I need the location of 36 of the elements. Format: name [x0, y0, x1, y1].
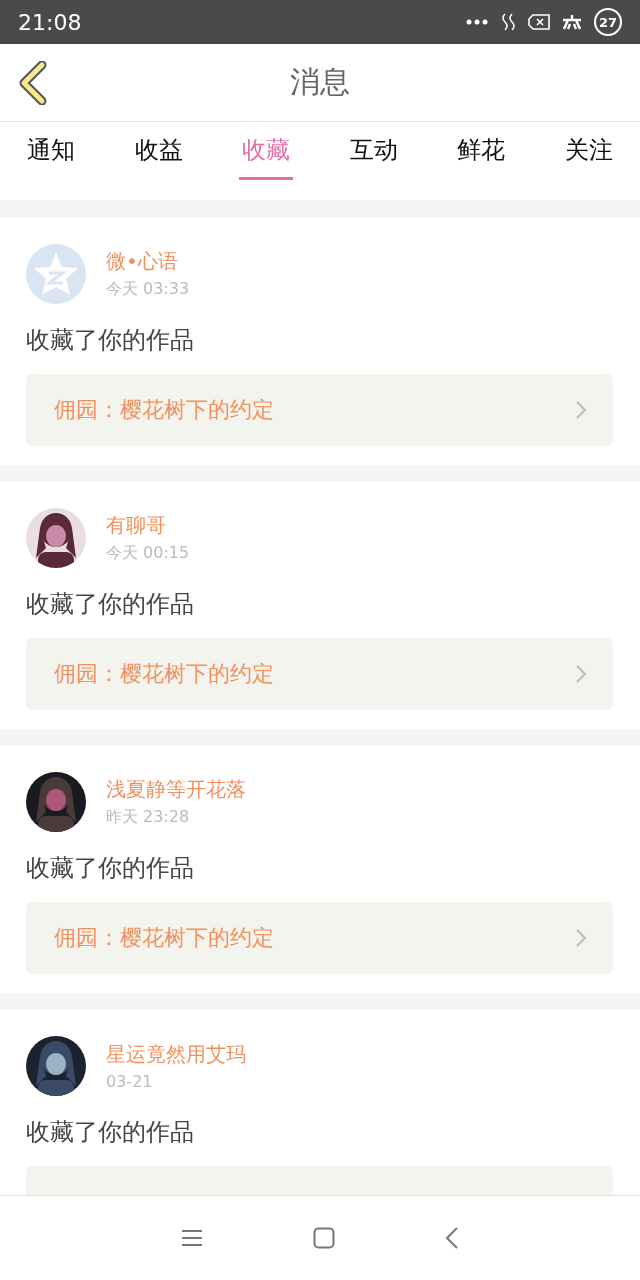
back-icon[interactable] [445, 1226, 459, 1250]
tab[interactable]: 通知 [24, 122, 78, 181]
chevron-icon [575, 664, 587, 684]
signal-icon [562, 14, 582, 30]
user-name[interactable]: 浅夏静等开花落 [106, 776, 246, 803]
status-time: 21:08 [18, 9, 82, 35]
message-time: 昨天 23:28 [106, 807, 191, 828]
user-name[interactable]: 微•心语 [106, 248, 190, 275]
page-title: 消息 [290, 63, 350, 101]
message-time: 03-21 [106, 1072, 154, 1091]
battery-indicator: 27 [594, 8, 622, 36]
message-text: 收藏了你的作品 [26, 853, 195, 884]
message-time: 今天 03:33 [106, 279, 190, 300]
work-link[interactable]: 佣园：樱花树下的约定 [26, 638, 613, 710]
message-text: 收藏了你的作品 [26, 589, 195, 620]
more-icon [466, 19, 488, 25]
chevron-icon [575, 928, 587, 948]
user-name[interactable]: 有聊哥 [106, 512, 190, 539]
work-link[interactable]: 佣园：樱花树下的约定 [26, 374, 613, 446]
tab[interactable]: 关注 [561, 122, 616, 181]
message-text: 收藏了你的作品 [26, 325, 195, 356]
home-icon[interactable] [313, 1227, 335, 1249]
message-text: 收藏了你的作品 [26, 1117, 195, 1148]
tab[interactable]: 互动 [346, 122, 401, 181]
wave-icon [500, 13, 516, 31]
sim-icon [528, 14, 550, 30]
tab[interactable]: 鲜花 [454, 122, 509, 181]
chevron-icon [575, 400, 587, 420]
back-icon[interactable] [18, 61, 48, 105]
star-avatar-icon [26, 244, 86, 304]
work-link[interactable]: 佣园：樱花树下的约定 [26, 902, 613, 974]
tab[interactable]: 收藏 [239, 122, 294, 180]
menu-icon[interactable] [181, 1229, 203, 1247]
message-time: 今天 00:15 [106, 543, 190, 564]
user-name[interactable]: 星运竟然用艾玛 [106, 1041, 246, 1068]
tab[interactable]: 收益 [131, 122, 186, 181]
